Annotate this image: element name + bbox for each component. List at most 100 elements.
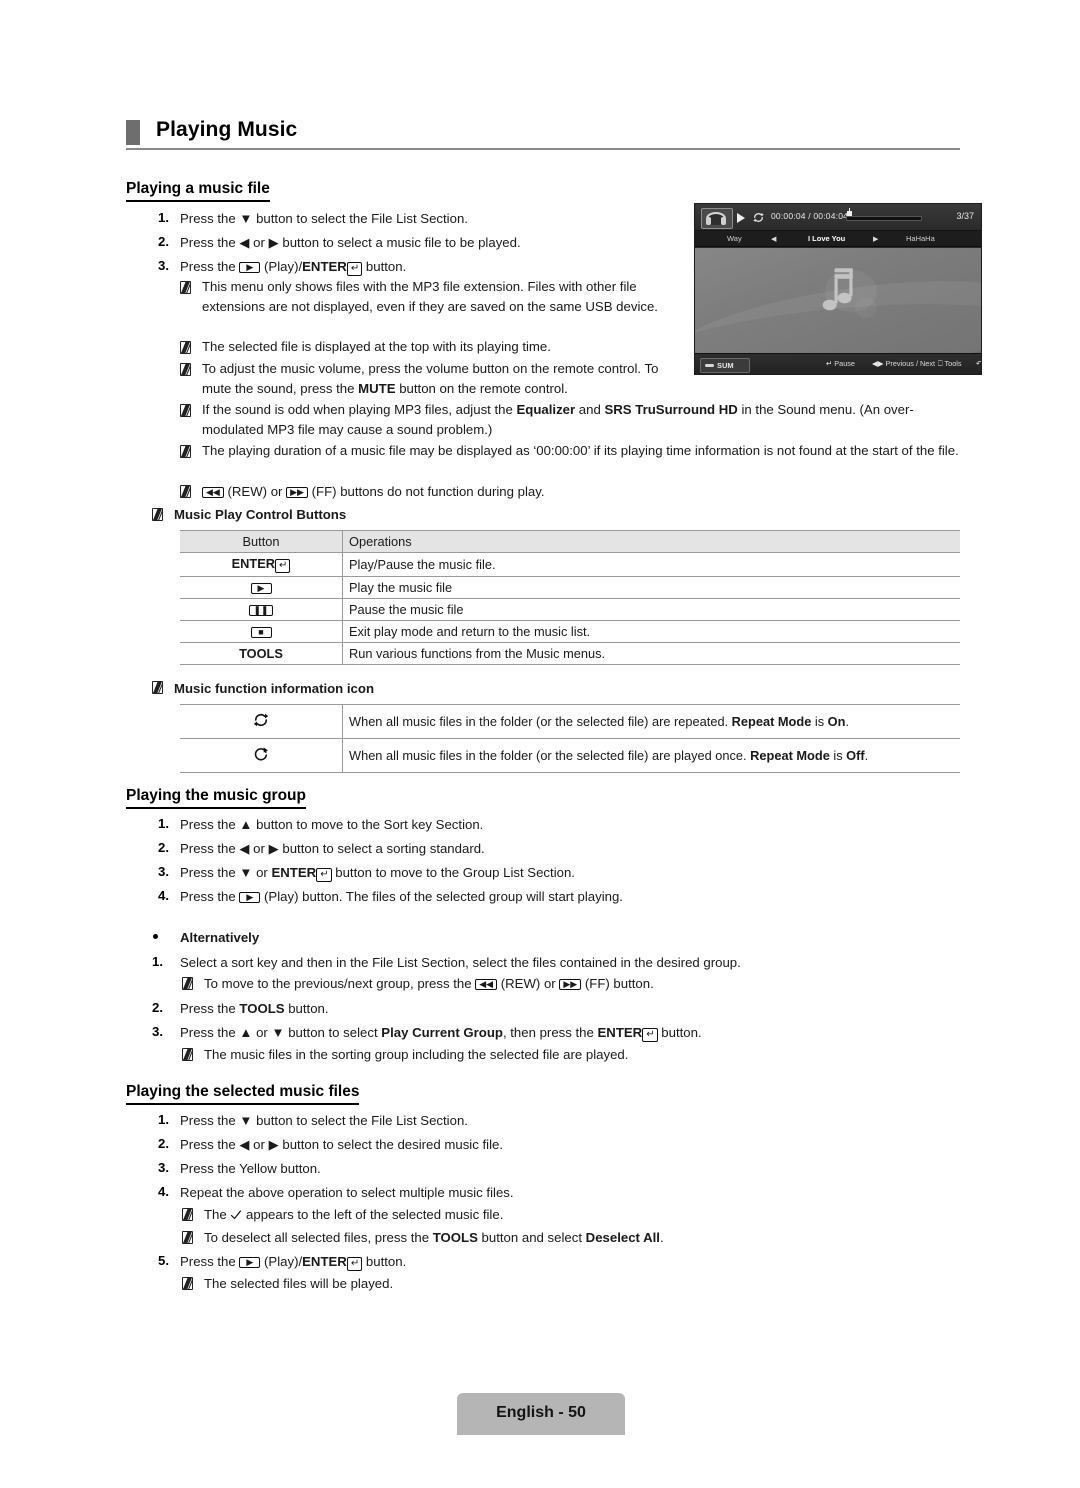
enter-key-icon: ↵	[274, 559, 291, 573]
tv-source-badge[interactable]: SUM	[700, 358, 750, 373]
tv-hint-return[interactable]: ↶Return	[976, 359, 981, 368]
note-icon	[180, 281, 191, 294]
table-cell-button: ■	[180, 620, 343, 643]
tv-next-arrow-icon[interactable]: ▶	[873, 235, 878, 243]
note-text-checkmark: The appears to the left of the selected …	[204, 1207, 504, 1222]
note-text: The music files in the sorting group inc…	[204, 1047, 629, 1062]
table-row: ❚❚ Pause the music file	[180, 598, 960, 621]
checkmark-icon	[231, 1210, 242, 1220]
play-key-icon: ▶	[239, 891, 261, 903]
note-icon	[152, 681, 163, 694]
page-title-row: Playing Music	[126, 118, 960, 150]
note-text: The selected files will be played.	[204, 1276, 394, 1291]
step-text-enter-group: Press the ▼ or ENTER ↵ button to move to …	[180, 865, 575, 882]
step-number: 3.	[158, 258, 169, 273]
tv-source-label: SUM	[717, 361, 734, 370]
table-cell-icon	[180, 738, 343, 773]
note-text: The playing duration of a music file may…	[202, 443, 959, 458]
step-text-tools: Press the TOOLS button.	[180, 1001, 329, 1016]
tv-repeat-icon	[753, 212, 764, 223]
step-text-play-group: Press the ▶ (Play) button. The files of …	[180, 889, 623, 904]
page-number-label: English - 50	[496, 1404, 586, 1421]
step-text: Press the ◀ or ▶ button to select a musi…	[180, 235, 521, 250]
note-icon	[180, 341, 191, 354]
tv-track-nav-row: Way ◀ I Love You ▶ HaHaHa	[695, 231, 981, 247]
tv-next-track-name: HaHaHa	[906, 234, 935, 243]
step-text: Press the ▼ button to select the File Li…	[180, 1113, 468, 1128]
table-cell-operation: Play the music file	[342, 576, 960, 599]
repeat-once-icon	[254, 747, 268, 761]
note-icon	[182, 1048, 193, 1061]
play-key-icon: ▶	[250, 582, 272, 594]
fastforward-key-icon: ▶▶	[559, 978, 582, 990]
table-header-row: Button Operations	[180, 530, 960, 553]
headphone-ear-right	[721, 217, 726, 225]
table-row: ■ Exit play mode and return to the music…	[180, 620, 960, 643]
tv-hint-tools[interactable]: ⎕ Tools	[938, 359, 962, 369]
step-number: 1.	[158, 210, 169, 225]
table-header-operations: Operations	[342, 530, 960, 553]
tv-progress-bar[interactable]	[846, 216, 922, 221]
table-cell-operation: Pause the music file	[342, 598, 960, 621]
step-number: 1.	[158, 1112, 169, 1127]
note-text-equalizer: If the sound is odd when playing MP3 fil…	[202, 402, 914, 437]
table-cell-icon	[180, 704, 343, 739]
step-text: Press the ▲ button to move to the Sort k…	[180, 817, 484, 832]
step-number: 2.	[158, 1136, 169, 1151]
table-cell-text: When all music files in the folder (or t…	[342, 704, 960, 739]
table-row: TOOLS Run various functions from the Mus…	[180, 642, 960, 665]
subsection-label-music-play-control: Music Play Control Buttons	[174, 507, 347, 522]
note-icon	[152, 508, 163, 521]
music-note-icon	[822, 268, 853, 311]
table-row: When all music files in the folder (or t…	[180, 704, 960, 739]
tv-music-player-screenshot: 00:00:04 / 00:04:04 3/37 Way ◀ I Love Yo…	[694, 203, 982, 375]
table-cell-button: TOOLS	[180, 642, 343, 665]
page-footer-badge: English - 50	[457, 1393, 625, 1435]
tv-current-track-name: I Love You	[808, 234, 846, 243]
step-number: 1.	[152, 954, 163, 969]
step-text-play-current-group: Press the ▲ or ▼ button to select Play C…	[180, 1025, 702, 1042]
step-text-play-enter: Press the ▶ (Play)/ENTER ↵ button.	[180, 259, 407, 276]
section-heading-playing-the-selected-music-files: Playing the selected music files	[126, 1083, 360, 1105]
tv-hint-pause[interactable]: ↵ Pause	[826, 359, 855, 368]
enter-key-icon: ↵	[826, 359, 833, 368]
tv-hint-previous-next[interactable]: ◀▶ Previous / Next	[872, 359, 935, 368]
table-cell-operation: Run various functions from the Music men…	[342, 642, 960, 665]
step-number: 2.	[158, 234, 169, 249]
tv-hint-label: Pause	[834, 359, 855, 368]
step-text: Press the ▼ button to select the File Li…	[180, 211, 468, 226]
title-divider	[126, 148, 960, 150]
step-text-play-enter-selected: Press the ▶ (Play)/ENTER ↵ button.	[180, 1254, 407, 1271]
enter-key-icon: ↵	[346, 262, 363, 276]
step-text: Press the ◀ or ▶ button to select a sort…	[180, 841, 485, 856]
enter-key-icon: ↵	[642, 1028, 658, 1042]
tv-top-bar: 00:00:04 / 00:04:04 3/37	[695, 204, 981, 231]
enter-key-icon: ↵	[316, 868, 332, 882]
album-thumbnail	[701, 208, 733, 229]
step-number: 4.	[158, 1184, 169, 1199]
tv-track-count: 3/37	[956, 211, 974, 221]
tv-prev-arrow-icon[interactable]: ◀	[771, 235, 776, 243]
step-number: 4.	[158, 888, 169, 903]
note-text: The selected file is displayed at the to…	[202, 339, 551, 354]
note-text-deselect-all: To deselect all selected files, press th…	[204, 1230, 664, 1245]
step-number: 3.	[158, 1160, 169, 1175]
table-cell-button: ❚❚	[180, 598, 343, 621]
step-number: 3.	[152, 1024, 163, 1039]
note-text-rew-ff: ◀◀ (REW) or ▶▶ (FF) buttons do not funct…	[202, 483, 545, 500]
note-icon	[182, 1277, 193, 1290]
enter-key-icon: ↵	[346, 1257, 363, 1271]
rewind-key-icon: ◀◀	[475, 978, 498, 990]
left-right-icon: ◀▶	[872, 359, 884, 368]
play-key-icon: ▶	[239, 261, 261, 273]
tv-hint-label: Tools	[944, 359, 962, 368]
alternatively-label: Alternatively	[180, 930, 260, 945]
table-header-button: Button	[180, 530, 343, 553]
table-row: ▶ Play the music file	[180, 576, 960, 599]
stop-key-icon: ■	[250, 626, 272, 638]
note-icon	[182, 1231, 193, 1244]
section-heading-playing-the-music-group: Playing the music group	[126, 787, 306, 809]
table-cell-button: ▶	[180, 576, 343, 599]
bullet-dot	[153, 934, 158, 939]
table-row: When all music files in the folder (or t…	[180, 738, 960, 773]
